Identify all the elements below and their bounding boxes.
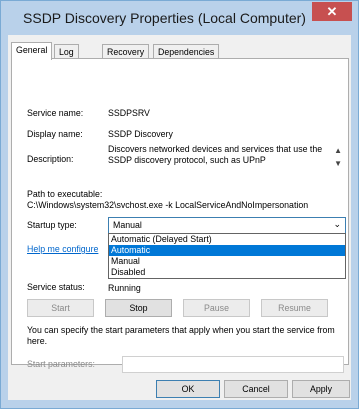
general-panel: Service name: SSDPSRV Display name: SSDP… [11, 58, 349, 373]
option-disabled[interactable]: Disabled [109, 267, 345, 278]
start-button[interactable]: Start [27, 299, 94, 317]
service-name-label: Service name: [27, 108, 84, 118]
apply-button[interactable]: Apply [292, 380, 350, 398]
start-params-input[interactable] [122, 356, 344, 373]
description-label: Description: [27, 154, 74, 164]
ok-button[interactable]: OK [156, 380, 220, 398]
scroll-down-icon[interactable]: ▼ [334, 158, 342, 169]
stop-button[interactable]: Stop [105, 299, 172, 317]
startup-type-combo[interactable]: Manual ⌄ [108, 217, 346, 234]
service-name-value: SSDPSRV [108, 108, 150, 118]
close-icon: ✕ [326, 4, 338, 19]
properties-window: SSDP Discovery Properties (Local Compute… [0, 0, 359, 409]
service-status-label: Service status: [27, 282, 85, 292]
cancel-button[interactable]: Cancel [224, 380, 288, 398]
description-text: Discovers networked devices and services… [108, 144, 323, 165]
display-name-label: Display name: [27, 129, 83, 139]
title-bar[interactable]: SSDP Discovery Properties (Local Compute… [1, 1, 358, 35]
startup-type-value: Manual [113, 220, 142, 230]
display-name-value: SSDP Discovery [108, 129, 173, 139]
start-params-label: Start parameters: [27, 359, 95, 369]
tab-dependencies[interactable]: Dependencies [153, 44, 220, 59]
path-label: Path to executable: [27, 189, 103, 199]
chevron-down-icon[interactable]: ⌄ [333, 219, 341, 230]
startup-type-dropdown: Automatic (Delayed Start) Automatic Manu… [108, 233, 346, 279]
option-manual[interactable]: Manual [109, 256, 345, 267]
tab-recovery[interactable]: Recovery [102, 44, 150, 59]
start-params-note: You can specify the start parameters tha… [27, 325, 335, 346]
window-title: SSDP Discovery Properties (Local Compute… [23, 10, 306, 26]
resume-button[interactable]: Resume [261, 299, 328, 317]
option-automatic[interactable]: Automatic [109, 245, 345, 256]
tab-log-on[interactable]: Log On [54, 44, 79, 71]
path-value: C:\Windows\system32\svchost.exe -k Local… [27, 200, 309, 210]
tab-general[interactable]: General [11, 42, 53, 60]
close-button[interactable]: ✕ [312, 2, 352, 21]
description-box[interactable]: Discovers networked devices and services… [108, 144, 342, 176]
pause-button[interactable]: Pause [183, 299, 250, 317]
option-automatic-delayed[interactable]: Automatic (Delayed Start) [109, 234, 345, 245]
service-status-value: Running [108, 283, 141, 293]
help-configure-link[interactable]: Help me configure [27, 244, 98, 254]
scroll-up-icon[interactable]: ▲ [334, 145, 342, 156]
dialog-client: General Log On Recovery Dependencies Ser… [8, 35, 351, 400]
startup-type-label: Startup type: [27, 220, 77, 230]
